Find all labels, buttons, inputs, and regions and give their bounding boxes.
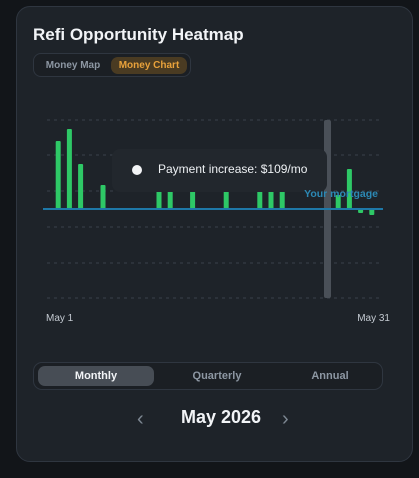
x-axis-end-label: May 31 bbox=[357, 313, 390, 324]
period-toggle: Monthly Quarterly Annual bbox=[33, 362, 383, 390]
chevron-right-icon[interactable]: › bbox=[282, 409, 289, 429]
chart-tooltip: Payment increase: $109/mo bbox=[112, 149, 327, 192]
period-monthly-button[interactable]: Monthly bbox=[38, 366, 154, 386]
tooltip-marker-dot bbox=[132, 165, 142, 175]
reference-line-label: Your mortgage bbox=[304, 188, 378, 200]
tooltip-text: Payment increase: $109/mo bbox=[158, 162, 308, 176]
chart-bar bbox=[55, 141, 61, 209]
chart-bar bbox=[257, 189, 263, 209]
chevron-left-icon[interactable]: ‹ bbox=[137, 409, 144, 429]
chart-bar bbox=[78, 164, 84, 209]
period-quarterly-button[interactable]: Quarterly bbox=[162, 366, 272, 386]
period-annual-button[interactable]: Annual bbox=[280, 366, 380, 386]
refi-heatmap-card: Refi Opportunity Heatmap Money Map Money… bbox=[16, 6, 413, 462]
chart-bar bbox=[66, 129, 72, 209]
x-axis-start-label: May 1 bbox=[46, 313, 74, 324]
chart-bar bbox=[100, 185, 106, 209]
month-label: May 2026 bbox=[180, 407, 262, 427]
